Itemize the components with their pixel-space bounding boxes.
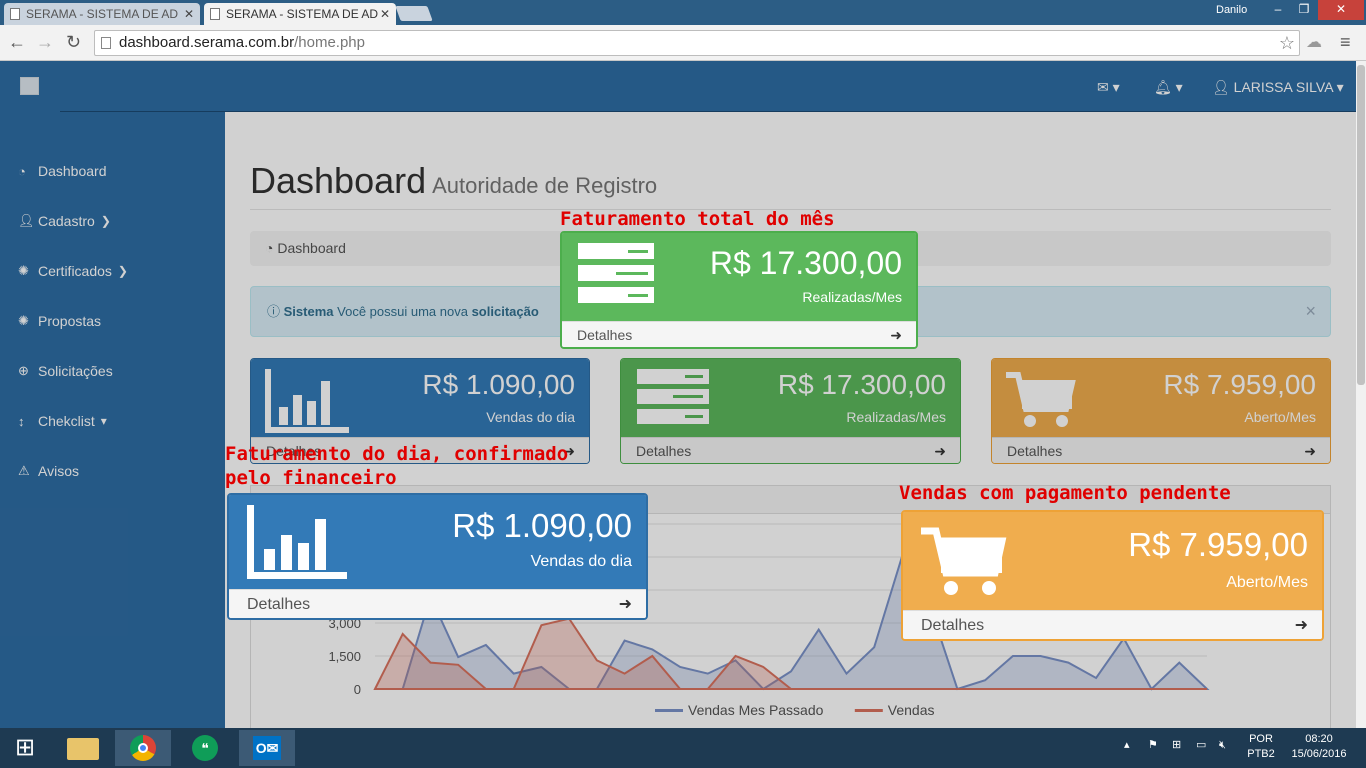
browser-tab-active[interactable]: SERAMA - SISTEMA DE AD ✕ [204, 3, 396, 25]
scrollbar-thumb[interactable] [1357, 65, 1365, 385]
extension-icon[interactable]: ☁ [1306, 32, 1322, 52]
language-code: POR [1249, 733, 1273, 745]
bookmark-star-icon[interactable]: ☆ [1279, 31, 1295, 55]
minimize-icon[interactable]: – [1266, 0, 1290, 20]
url-path: /home.php [294, 34, 365, 51]
panel-heading: R$ 1.090,00 Vendas do dia [229, 495, 646, 591]
language-indicator[interactable]: POR PTB2 [1244, 732, 1278, 762]
arrow-circle-right-icon: ➜ [1294, 617, 1308, 634]
window-user-label: Danilo [1216, 4, 1248, 16]
close-tab-icon[interactable]: ✕ [380, 3, 390, 25]
page-scrollbar[interactable] [1356, 61, 1366, 728]
close-tab-icon[interactable]: ✕ [184, 3, 194, 25]
highlight-panel-aberto: R$ 7.959,00 Aberto/Mes Detalhes ➜ [901, 510, 1324, 641]
url-host: dashboard.serama.com.br [119, 34, 295, 51]
panel-footer[interactable]: Detalhes ➜ [562, 321, 916, 347]
panel-label: Aberto/Mes [1226, 574, 1308, 591]
annotation-daily: Faturamento do dia, confirmado pelo fina… [225, 442, 568, 490]
panel-label: Realizadas/Mes [802, 289, 902, 305]
outlook-icon[interactable]: O✉ [239, 730, 295, 766]
windows-taskbar: ⊞ ❝ O✉ ▴ ⚑ ⊞ ▭ 🔇︎ POR PTB2 08:20 15/06/2… [0, 728, 1366, 768]
annotation-daily-line1: Faturamento do dia, confirmado [225, 443, 569, 465]
highlight-panel-vendas-dia: R$ 1.090,00 Vendas do dia Detalhes ➜ [227, 493, 648, 620]
battery-icon[interactable]: ▭ [1196, 738, 1206, 753]
keyboard-layout: PTB2 [1247, 748, 1275, 760]
shopping-cart-icon [921, 527, 1007, 595]
volume-muted-icon[interactable]: 🔇︎ [1219, 738, 1226, 753]
arrow-circle-right-icon: ➜ [890, 327, 902, 343]
url-input[interactable]: dashboard.serama.com.br/home.php ☆ [94, 30, 1300, 56]
close-window-icon[interactable]: ✕ [1318, 0, 1364, 20]
bar-chart-icon [247, 505, 347, 579]
tab-title: SERAMA - SISTEMA DE AD [26, 7, 179, 21]
panel-heading: R$ 17.300,00 Realizadas/Mes [562, 233, 916, 323]
browser-tabstrip: SERAMA - SISTEMA DE AD ✕ SERAMA - SISTEM… [0, 0, 1366, 25]
details-link[interactable]: Detalhes [247, 596, 310, 613]
panel-footer[interactable]: Detalhes ➜ [903, 610, 1322, 639]
reload-icon[interactable]: ↻ [66, 32, 81, 53]
browser-tab[interactable]: SERAMA - SISTEMA DE AD ✕ [4, 3, 200, 25]
maximize-icon[interactable]: ❐ [1292, 0, 1316, 20]
annotation-total-month: Faturamento total do mês [560, 208, 835, 230]
annotation-daily-line2: pelo financeiro [225, 467, 397, 489]
annotation-pending: Vendas com pagamento pendente [899, 482, 1231, 504]
forward-icon[interactable]: → [36, 32, 54, 53]
hangouts-icon[interactable]: ❝ [177, 730, 233, 766]
highlight-panel-realizadas: R$ 17.300,00 Realizadas/Mes Detalhes ➜ [560, 231, 918, 349]
panel-amount: R$ 1.090,00 [452, 507, 632, 544]
panel-heading: R$ 7.959,00 Aberto/Mes [903, 512, 1322, 612]
file-explorer-icon[interactable] [55, 730, 111, 766]
arrow-circle-right-icon: ➜ [618, 596, 632, 613]
windows-start-icon[interactable]: ⊞ [0, 730, 50, 766]
document-icon [10, 8, 20, 20]
details-link[interactable]: Detalhes [577, 327, 632, 343]
tab-title: SERAMA - SISTEMA DE AD [226, 7, 379, 21]
menu-icon[interactable]: ≡ [1340, 32, 1351, 53]
page-icon [101, 37, 111, 49]
tray-expand-icon[interactable]: ▴ [1124, 738, 1130, 753]
panel-label: Vendas do dia [530, 553, 632, 570]
clock-date: 15/06/2016 [1291, 748, 1347, 760]
chrome-icon[interactable] [115, 730, 171, 766]
system-clock[interactable]: 08:20 15/06/2016 [1286, 732, 1352, 762]
panel-amount: R$ 7.959,00 [1128, 526, 1308, 563]
details-link[interactable]: Detalhes [921, 617, 984, 634]
document-icon [210, 8, 220, 20]
new-tab-button[interactable] [395, 6, 433, 21]
panel-footer[interactable]: Detalhes ➜ [229, 589, 646, 618]
clock-time: 08:20 [1305, 733, 1333, 745]
address-bar: ← → ↻ dashboard.serama.com.br/home.php ☆… [0, 25, 1366, 61]
server-icon [578, 243, 654, 303]
back-icon[interactable]: ← [8, 32, 26, 53]
network-icon[interactable]: ⊞ [1172, 738, 1181, 753]
flag-icon[interactable]: ⚑ [1148, 738, 1158, 753]
panel-amount: R$ 17.300,00 [709, 245, 902, 281]
